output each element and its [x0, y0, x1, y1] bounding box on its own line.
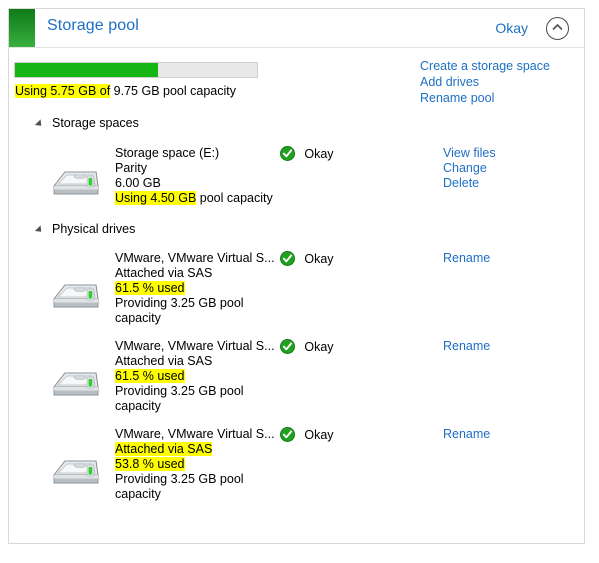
physical-drive-usage-highlight: 53.8 % used	[115, 457, 185, 471]
panel-header: Storage pool Okay	[9, 9, 584, 48]
physical-drive-providing-line1: Providing 3.25 GB pool	[115, 472, 244, 486]
physical-drive-attached-highlight: Attached via SAS	[115, 442, 213, 456]
storage-space-actions: View files Change Delete	[443, 146, 496, 191]
storage-space-status-text: Okay	[304, 147, 334, 161]
green-check-circle-icon	[280, 427, 298, 445]
physical-drives-group-label: Physical drives	[52, 222, 142, 236]
delete-link[interactable]: Delete	[443, 176, 496, 191]
pool-capacity-bar	[14, 62, 258, 78]
physical-drive-attached: Attached via SAS	[115, 266, 213, 280]
hard-drive-icon	[49, 453, 103, 494]
green-check-circle-icon	[280, 251, 298, 269]
pool-capacity-total-text: 9.75 GB pool capacity	[110, 84, 236, 98]
physical-drive-name: VMware, VMware Virtual S...	[115, 427, 275, 441]
physical-drive-details: VMware, VMware Virtual S... Attached via…	[115, 427, 275, 502]
pool-capacity-used-highlight: Using 5.75 GB of	[15, 84, 111, 98]
physical-drive-row: VMware, VMware Virtual S... Attached via…	[35, 339, 570, 427]
add-drives-link[interactable]: Add drives	[420, 74, 570, 90]
physical-drive-attached: Attached via SAS	[115, 354, 213, 368]
physical-drive-row: VMware, VMware Virtual S... Attached via…	[35, 427, 570, 515]
pool-status-label: Okay	[495, 20, 528, 36]
storage-pool-panel: Storage pool Okay Using 5.75 GB of 9.75 …	[8, 8, 585, 544]
pool-summary: Using 5.75 GB of 9.75 GB pool capacity C…	[9, 48, 584, 106]
green-check-circle-icon	[280, 339, 298, 357]
pool-actions: Create a storage space Add drives Rename…	[420, 58, 570, 106]
physical-drive-status: Okay	[280, 251, 334, 269]
pool-capacity-caption: Using 5.75 GB of 9.75 GB pool capacity	[15, 84, 236, 98]
rename-link[interactable]: Rename	[443, 339, 490, 354]
physical-drive-name: VMware, VMware Virtual S...	[115, 339, 275, 353]
physical-drive-status-text: Okay	[304, 252, 334, 266]
expander-triangle-icon	[34, 119, 45, 129]
physical-drive-details: VMware, VMware Virtual S... Attached via…	[115, 339, 275, 414]
page-title: Storage pool	[47, 17, 139, 34]
storage-space-status: Okay	[280, 146, 334, 164]
rename-link[interactable]: Rename	[443, 251, 490, 266]
physical-drive-details: VMware, VMware Virtual S... Attached via…	[115, 251, 275, 326]
physical-drive-providing-line2: capacity	[115, 399, 161, 413]
physical-drive-usage-highlight: 61.5 % used	[115, 369, 185, 383]
physical-drive-status-text: Okay	[304, 428, 334, 442]
physical-drive-attached: Attached via SAS	[115, 442, 275, 457]
physical-drive-usage-highlight: 61.5 % used	[115, 281, 185, 295]
chevron-up-icon	[547, 23, 568, 31]
storage-space-row: Storage space (E:) Parity 6.00 GB Using …	[35, 146, 570, 220]
physical-drive-actions: Rename	[443, 427, 490, 442]
collapse-panel-button[interactable]	[546, 17, 569, 40]
view-files-link[interactable]: View files	[443, 146, 496, 161]
rename-pool-link[interactable]: Rename pool	[420, 90, 570, 106]
physical-drives-group-header[interactable]: Physical drives	[34, 220, 562, 242]
hard-drive-icon	[49, 277, 103, 318]
green-check-circle-icon	[280, 146, 298, 164]
pool-health-accent-bar	[9, 9, 35, 47]
physical-drive-providing-line1: Providing 3.25 GB pool	[115, 384, 244, 398]
hard-drive-icon	[49, 164, 103, 205]
physical-drive-row: VMware, VMware Virtual S... Attached via…	[35, 251, 570, 339]
physical-drive-providing-line2: capacity	[115, 487, 161, 501]
storage-spaces-group-header[interactable]: Storage spaces	[34, 114, 562, 136]
physical-drive-providing-line2: capacity	[115, 311, 161, 325]
storage-space-resiliency: Parity	[115, 161, 147, 175]
storage-space-usage-highlight: Using 4.50 GB	[115, 191, 197, 205]
rename-link[interactable]: Rename	[443, 427, 490, 442]
physical-drive-status-text: Okay	[304, 340, 334, 354]
physical-drive-actions: Rename	[443, 251, 490, 266]
change-link[interactable]: Change	[443, 161, 496, 176]
storage-space-size: 6.00 GB	[115, 176, 161, 190]
hard-drive-icon	[49, 365, 103, 406]
physical-drive-usage: 53.8 % used	[115, 457, 275, 472]
storage-space-details: Storage space (E:) Parity 6.00 GB Using …	[115, 146, 275, 206]
storage-space-name: Storage space (E:)	[115, 146, 220, 160]
physical-drive-actions: Rename	[443, 339, 490, 354]
create-a-storage-space-link[interactable]: Create a storage space	[420, 58, 570, 74]
storage-space-usage-rest: pool capacity	[196, 191, 273, 205]
expander-triangle-icon	[34, 225, 45, 235]
physical-drive-status: Okay	[280, 339, 334, 357]
physical-drive-name: VMware, VMware Virtual S...	[115, 251, 275, 265]
storage-space-usage: Using 4.50 GB pool capacity	[115, 191, 275, 206]
storage-spaces-group-label: Storage spaces	[52, 116, 145, 130]
pool-capacity-bar-fill	[15, 63, 158, 77]
physical-drive-usage: 61.5 % used	[115, 369, 275, 384]
physical-drive-usage: 61.5 % used	[115, 281, 275, 296]
physical-drive-providing-line1: Providing 3.25 GB pool	[115, 296, 244, 310]
physical-drive-status: Okay	[280, 427, 334, 445]
